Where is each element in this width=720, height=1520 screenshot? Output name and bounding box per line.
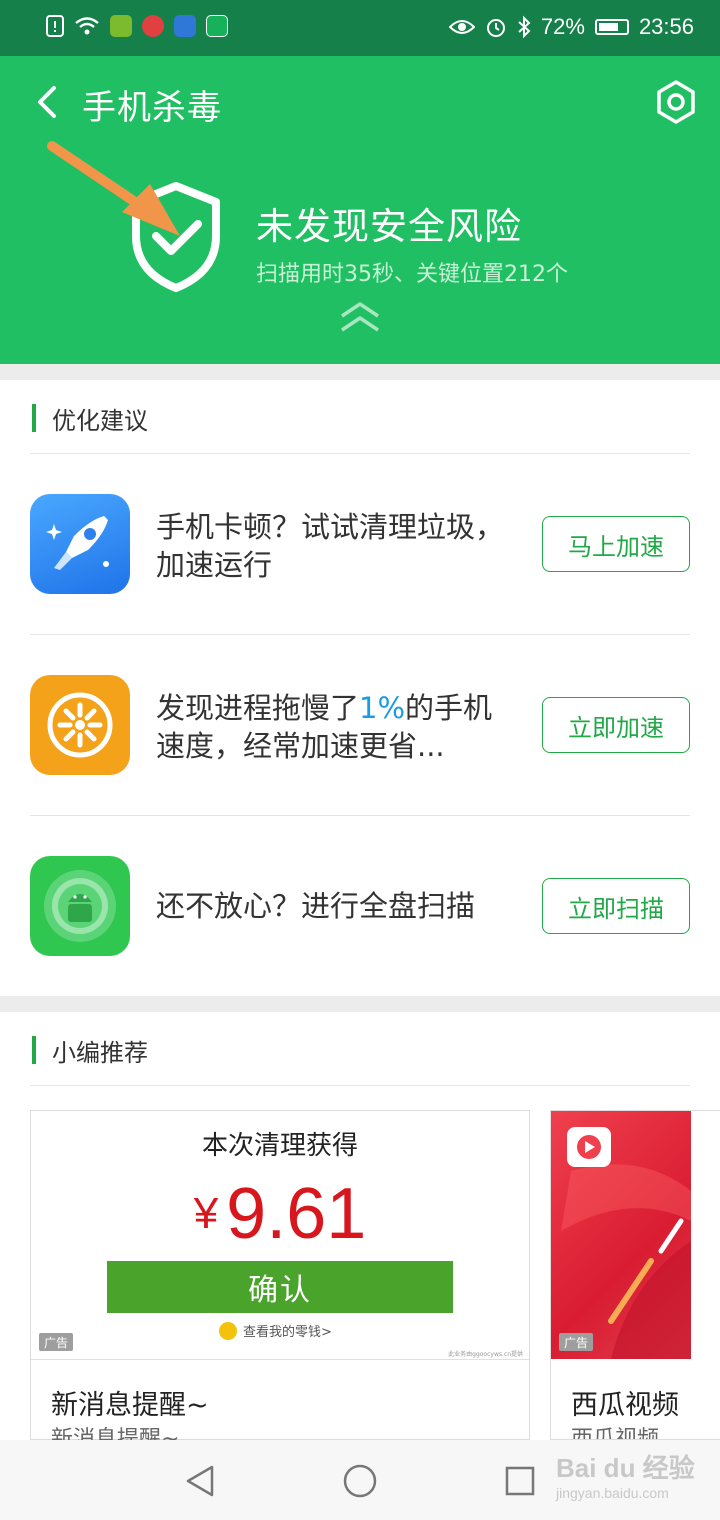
battery-percent: 72% — [540, 14, 585, 39]
bluetooth-icon — [518, 15, 531, 39]
section-accent-bar — [32, 404, 36, 432]
back-arrow-icon[interactable] — [30, 80, 66, 124]
card-subtitle: 西瓜视频 — [571, 1427, 660, 1440]
confirm-button[interactable]: 确认 — [107, 1261, 453, 1313]
ad-credit: 此业务由ggoocyws.cn提供 — [448, 1351, 523, 1358]
ad-badge: 广告 — [559, 1333, 593, 1351]
watermark-logo: Bai du 经验 — [556, 1453, 695, 1483]
process-suggestion-text: 发现进程拖慢了1%的手机速度，经常加速更省... — [156, 689, 506, 765]
nav-home-icon[interactable] — [342, 1463, 378, 1499]
battery-icon — [594, 19, 629, 35]
battery-level-fill — [598, 23, 618, 31]
reward-title: 本次清理获得 — [201, 1131, 358, 1161]
scan-status-title: 未发现安全风险 — [256, 205, 522, 248]
full-scan-suggestion-text: 还不放心？进行全盘扫描 — [156, 889, 476, 923]
divider — [30, 634, 690, 635]
clock: 23:56 — [638, 14, 694, 39]
divider — [30, 453, 690, 454]
coin-icon — [219, 1321, 237, 1340]
annotation-arrow-icon — [47, 141, 180, 236]
system-status: 72% 23:56 — [448, 14, 694, 40]
optimize-section-title: 优化建议 — [52, 407, 148, 435]
nav-recents-icon[interactable] — [504, 1465, 536, 1497]
recommend-section-title: 小编推荐 — [52, 1039, 148, 1067]
reward-amount: ¥9.61 — [31, 1173, 529, 1255]
card-title: 新消息提醒~ — [51, 1390, 209, 1421]
speed-up-immediately-button[interactable]: 立即加速 — [542, 697, 690, 753]
rocket-icon — [30, 494, 130, 594]
netease-app-icon — [142, 15, 164, 37]
process-text-before: 发现进程拖慢了 — [156, 691, 360, 725]
notification-icons — [46, 14, 228, 38]
page-title: 手机杀毒 — [82, 88, 222, 128]
alipay-app-icon — [174, 15, 196, 37]
status-bar: 72% 23:56 — [0, 0, 720, 56]
sim-alert-icon — [46, 15, 64, 37]
xigua-ad-image[interactable]: 广告 — [551, 1111, 691, 1359]
ad-card-reward[interactable]: 本次清理获得 ¥9.61 确认 查看我的零钱> 广告 此业务由ggoocyws.… — [30, 1110, 530, 1452]
xigua-logo-icon — [561, 1127, 691, 1359]
view-change-link[interactable]: 查看我的零钱> — [219, 1321, 332, 1340]
card-title: 西瓜视频 — [571, 1390, 679, 1421]
currency-symbol: ¥ — [193, 1189, 219, 1238]
security-app-icon — [206, 15, 228, 37]
scan-result-header: 手机杀毒 未发现安全风险 扫描用时35秒、关键位置212个 — [0, 56, 720, 364]
slowdown-percent: 1% — [359, 691, 406, 725]
view-change-label: 查看我的零钱> — [243, 1325, 332, 1340]
nav-back-icon[interactable] — [184, 1464, 216, 1498]
scan-now-button[interactable]: 立即扫描 — [542, 878, 690, 934]
game-app-icon — [110, 15, 132, 37]
ad-card-xigua[interactable]: 广告 西瓜视频 西瓜视频 — [550, 1110, 720, 1440]
section-accent-bar — [32, 1036, 36, 1064]
speed-up-now-button[interactable]: 马上加速 — [542, 516, 690, 572]
divider — [30, 1085, 690, 1086]
reward-value: 9.61 — [226, 1174, 367, 1254]
divider — [30, 815, 690, 816]
process-boost-icon — [30, 675, 130, 775]
reward-ad-image[interactable]: 本次清理获得 ¥9.61 确认 查看我的零钱> 广告 此业务由ggoocyws.… — [31, 1111, 529, 1360]
section-separator — [0, 364, 720, 380]
scan-detail: 扫描用时35秒、关键位置212个 — [256, 262, 568, 287]
eye-icon — [448, 20, 475, 34]
section-separator — [0, 996, 720, 1012]
double-chevron-up-icon[interactable] — [338, 298, 382, 336]
wifi-icon — [75, 17, 99, 35]
settings-hexagon-icon[interactable] — [652, 78, 700, 126]
watermark-url: jingyan.baidu.com — [556, 1485, 669, 1501]
alarm-icon — [486, 19, 505, 37]
cleanup-suggestion-text: 手机卡顿？试试清理垃圾，加速运行 — [156, 510, 505, 582]
android-scan-icon — [30, 856, 130, 956]
baidu-jingyan-watermark: Bai du 经验 jingyan.baidu.com — [556, 1448, 695, 1501]
ad-badge: 广告 — [39, 1333, 73, 1351]
